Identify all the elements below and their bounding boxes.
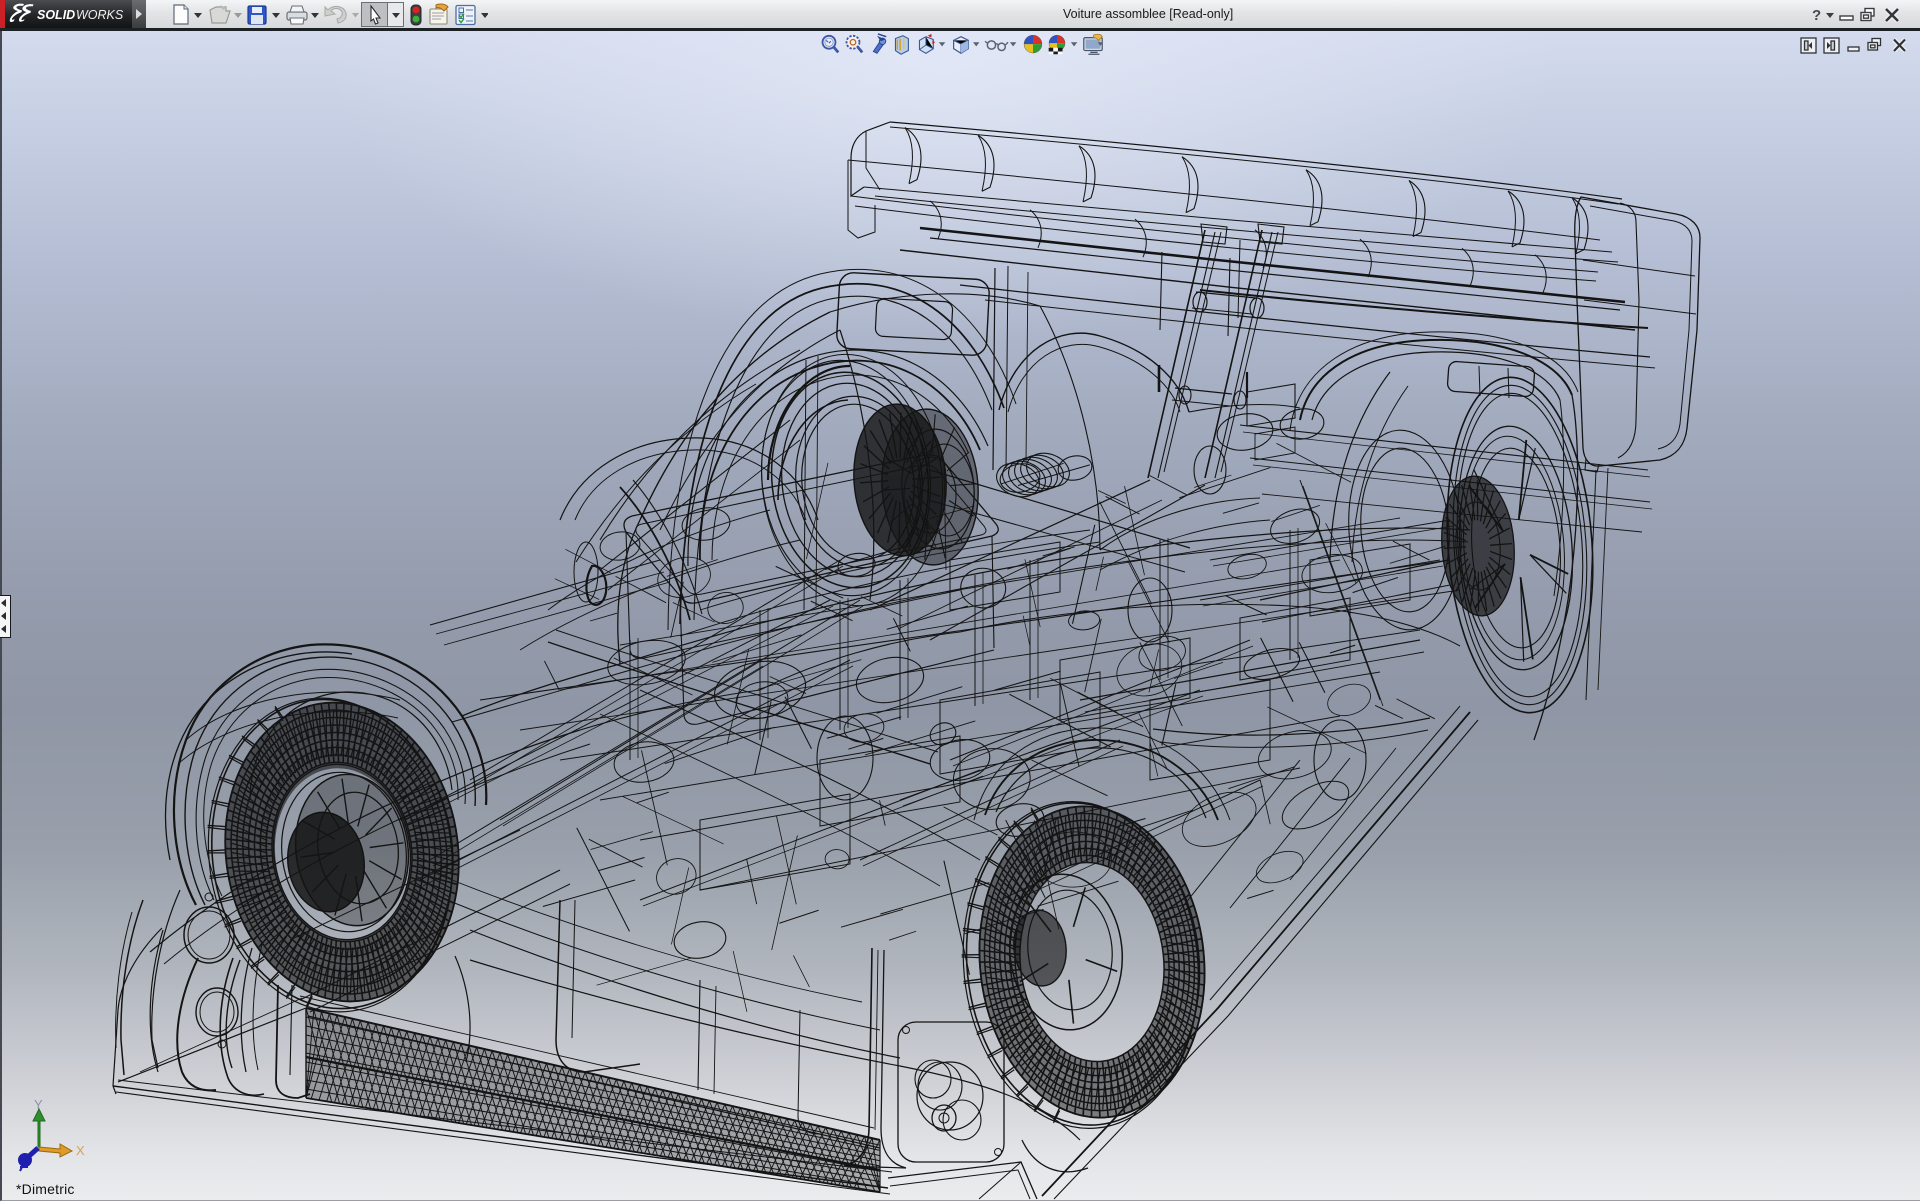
svg-text:X: X bbox=[76, 1143, 85, 1158]
svg-text:SOLID: SOLID bbox=[37, 8, 75, 22]
svg-text:?: ? bbox=[1812, 7, 1821, 24]
svg-text:WORKS: WORKS bbox=[76, 8, 124, 22]
